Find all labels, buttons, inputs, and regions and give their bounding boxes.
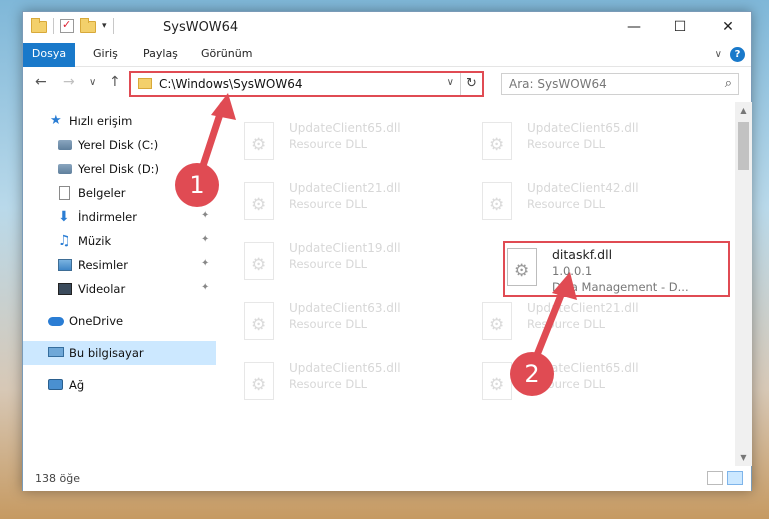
annotation-arrows [196, 93, 577, 364]
callout-two: 2 [510, 352, 554, 396]
callout-one: 1 [175, 163, 219, 207]
arrow-two-shaft [531, 281, 569, 364]
arrow-one-head [211, 93, 236, 120]
arrow-two-head [552, 272, 577, 300]
